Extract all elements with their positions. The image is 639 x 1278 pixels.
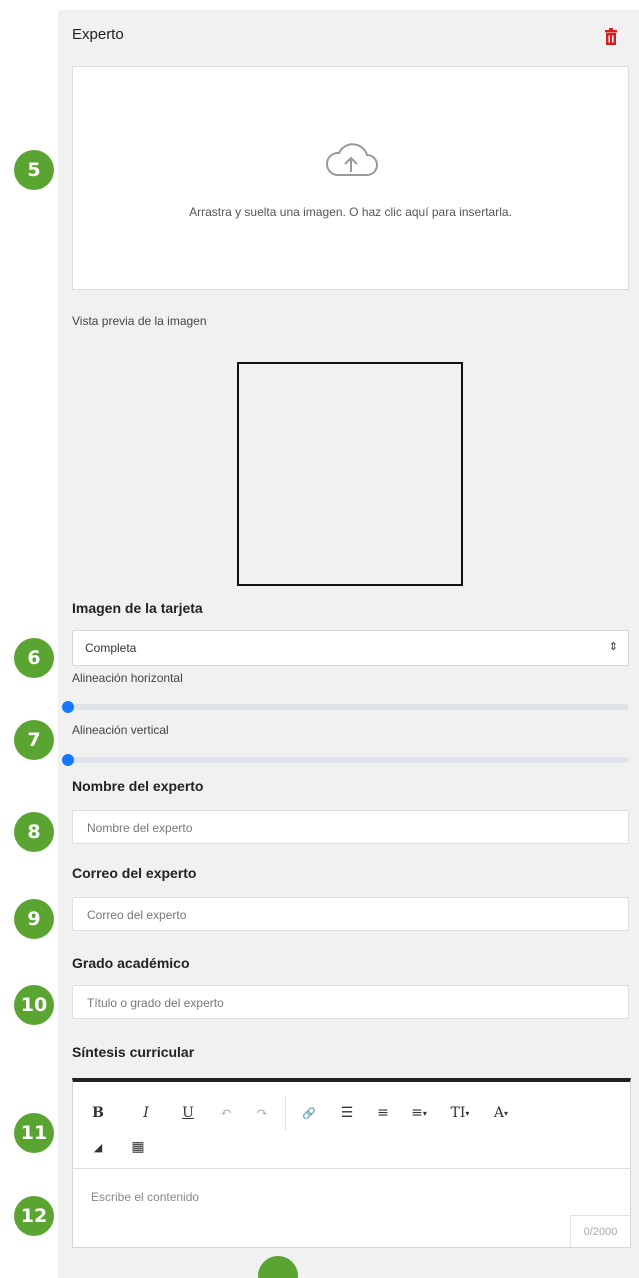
step-badge: 8 — [14, 812, 54, 852]
expert-email-input[interactable]: Correo del experto — [72, 897, 629, 931]
curricular-synthesis-label: Síntesis curricular — [72, 1044, 195, 1060]
editor-content[interactable]: Escribe el contenido — [91, 1190, 199, 1204]
redo-icon[interactable]: ↷ — [247, 1098, 277, 1128]
delete-icon[interactable] — [604, 28, 618, 51]
step-badge: 11 — [14, 1113, 54, 1153]
editor-divider — [73, 1168, 630, 1169]
cloud-upload-icon — [323, 141, 379, 186]
step-badge: 5 — [14, 150, 54, 190]
horizontal-slider-thumb[interactable] — [62, 701, 74, 713]
underline-button[interactable]: U — [173, 1098, 203, 1128]
toolbar-divider — [285, 1096, 286, 1130]
font-color-dropdown-icon[interactable]: A ▾ — [486, 1098, 516, 1128]
card-image-selected-value: Completa — [85, 641, 137, 655]
table-icon[interactable]: ▦ — [123, 1132, 153, 1162]
card-image-select[interactable]: Completa ⇕ — [72, 630, 629, 666]
link-icon[interactable]: 🔗 — [294, 1098, 324, 1128]
section-title: Experto — [72, 26, 124, 43]
unordered-list-icon[interactable]: ≡ — [368, 1098, 398, 1128]
ordered-list-icon[interactable]: ☰ — [332, 1098, 362, 1128]
expert-email-label: Correo del experto — [72, 865, 197, 881]
horizontal-alignment-label: Alineación horizontal — [72, 671, 183, 685]
dropzone-text: Arrastra y suelta una imagen. O haz clic… — [189, 205, 512, 219]
academic-degree-label: Grado académico — [72, 955, 190, 971]
bold-button[interactable]: B — [83, 1098, 113, 1128]
editor-toolbar: B I U ↶ ↷ 🔗 ☰ ≡ ≡ ▾ TI ▾ A ▾ — [83, 1096, 516, 1130]
preview-label: Vista previa de la imagen — [72, 314, 207, 328]
expert-name-label: Nombre del experto — [72, 778, 204, 794]
step-badge: 9 — [14, 899, 54, 939]
eraser-icon[interactable]: ◢ — [83, 1132, 113, 1162]
vertical-slider-thumb[interactable] — [62, 754, 74, 766]
academic-degree-input[interactable]: Título o grado del experto — [72, 985, 629, 1019]
select-caret-icon: ⇕ — [608, 641, 618, 653]
step-badge: 7 — [14, 720, 54, 760]
image-dropzone[interactable]: Arrastra y suelta una imagen. O haz clic… — [72, 66, 629, 290]
vertical-alignment-label: Alineación vertical — [72, 723, 169, 737]
vertical-alignment-slider[interactable] — [72, 757, 629, 763]
step-badge: 10 — [14, 985, 54, 1025]
expert-name-input[interactable]: Nombre del experto — [72, 810, 629, 844]
editor-toolbar-row-2: ◢ ▦ — [83, 1132, 153, 1162]
text-size-dropdown-icon[interactable]: TI ▾ — [442, 1098, 478, 1128]
horizontal-alignment-slider[interactable] — [72, 704, 629, 710]
rich-text-editor[interactable]: B I U ↶ ↷ 🔗 ☰ ≡ ≡ ▾ TI ▾ A ▾ ◢ ▦ Escribe el… — [72, 1078, 631, 1248]
character-counter: 0/2000 — [570, 1215, 630, 1247]
card-image-label: Imagen de la tarjeta — [72, 600, 203, 616]
step-badge: 12 — [14, 1196, 54, 1236]
align-dropdown-icon[interactable]: ≡ ▾ — [404, 1098, 434, 1128]
step-badge: 6 — [14, 638, 54, 678]
image-preview — [237, 362, 463, 586]
italic-button[interactable]: I — [131, 1098, 161, 1128]
undo-icon[interactable]: ↶ — [211, 1098, 241, 1128]
